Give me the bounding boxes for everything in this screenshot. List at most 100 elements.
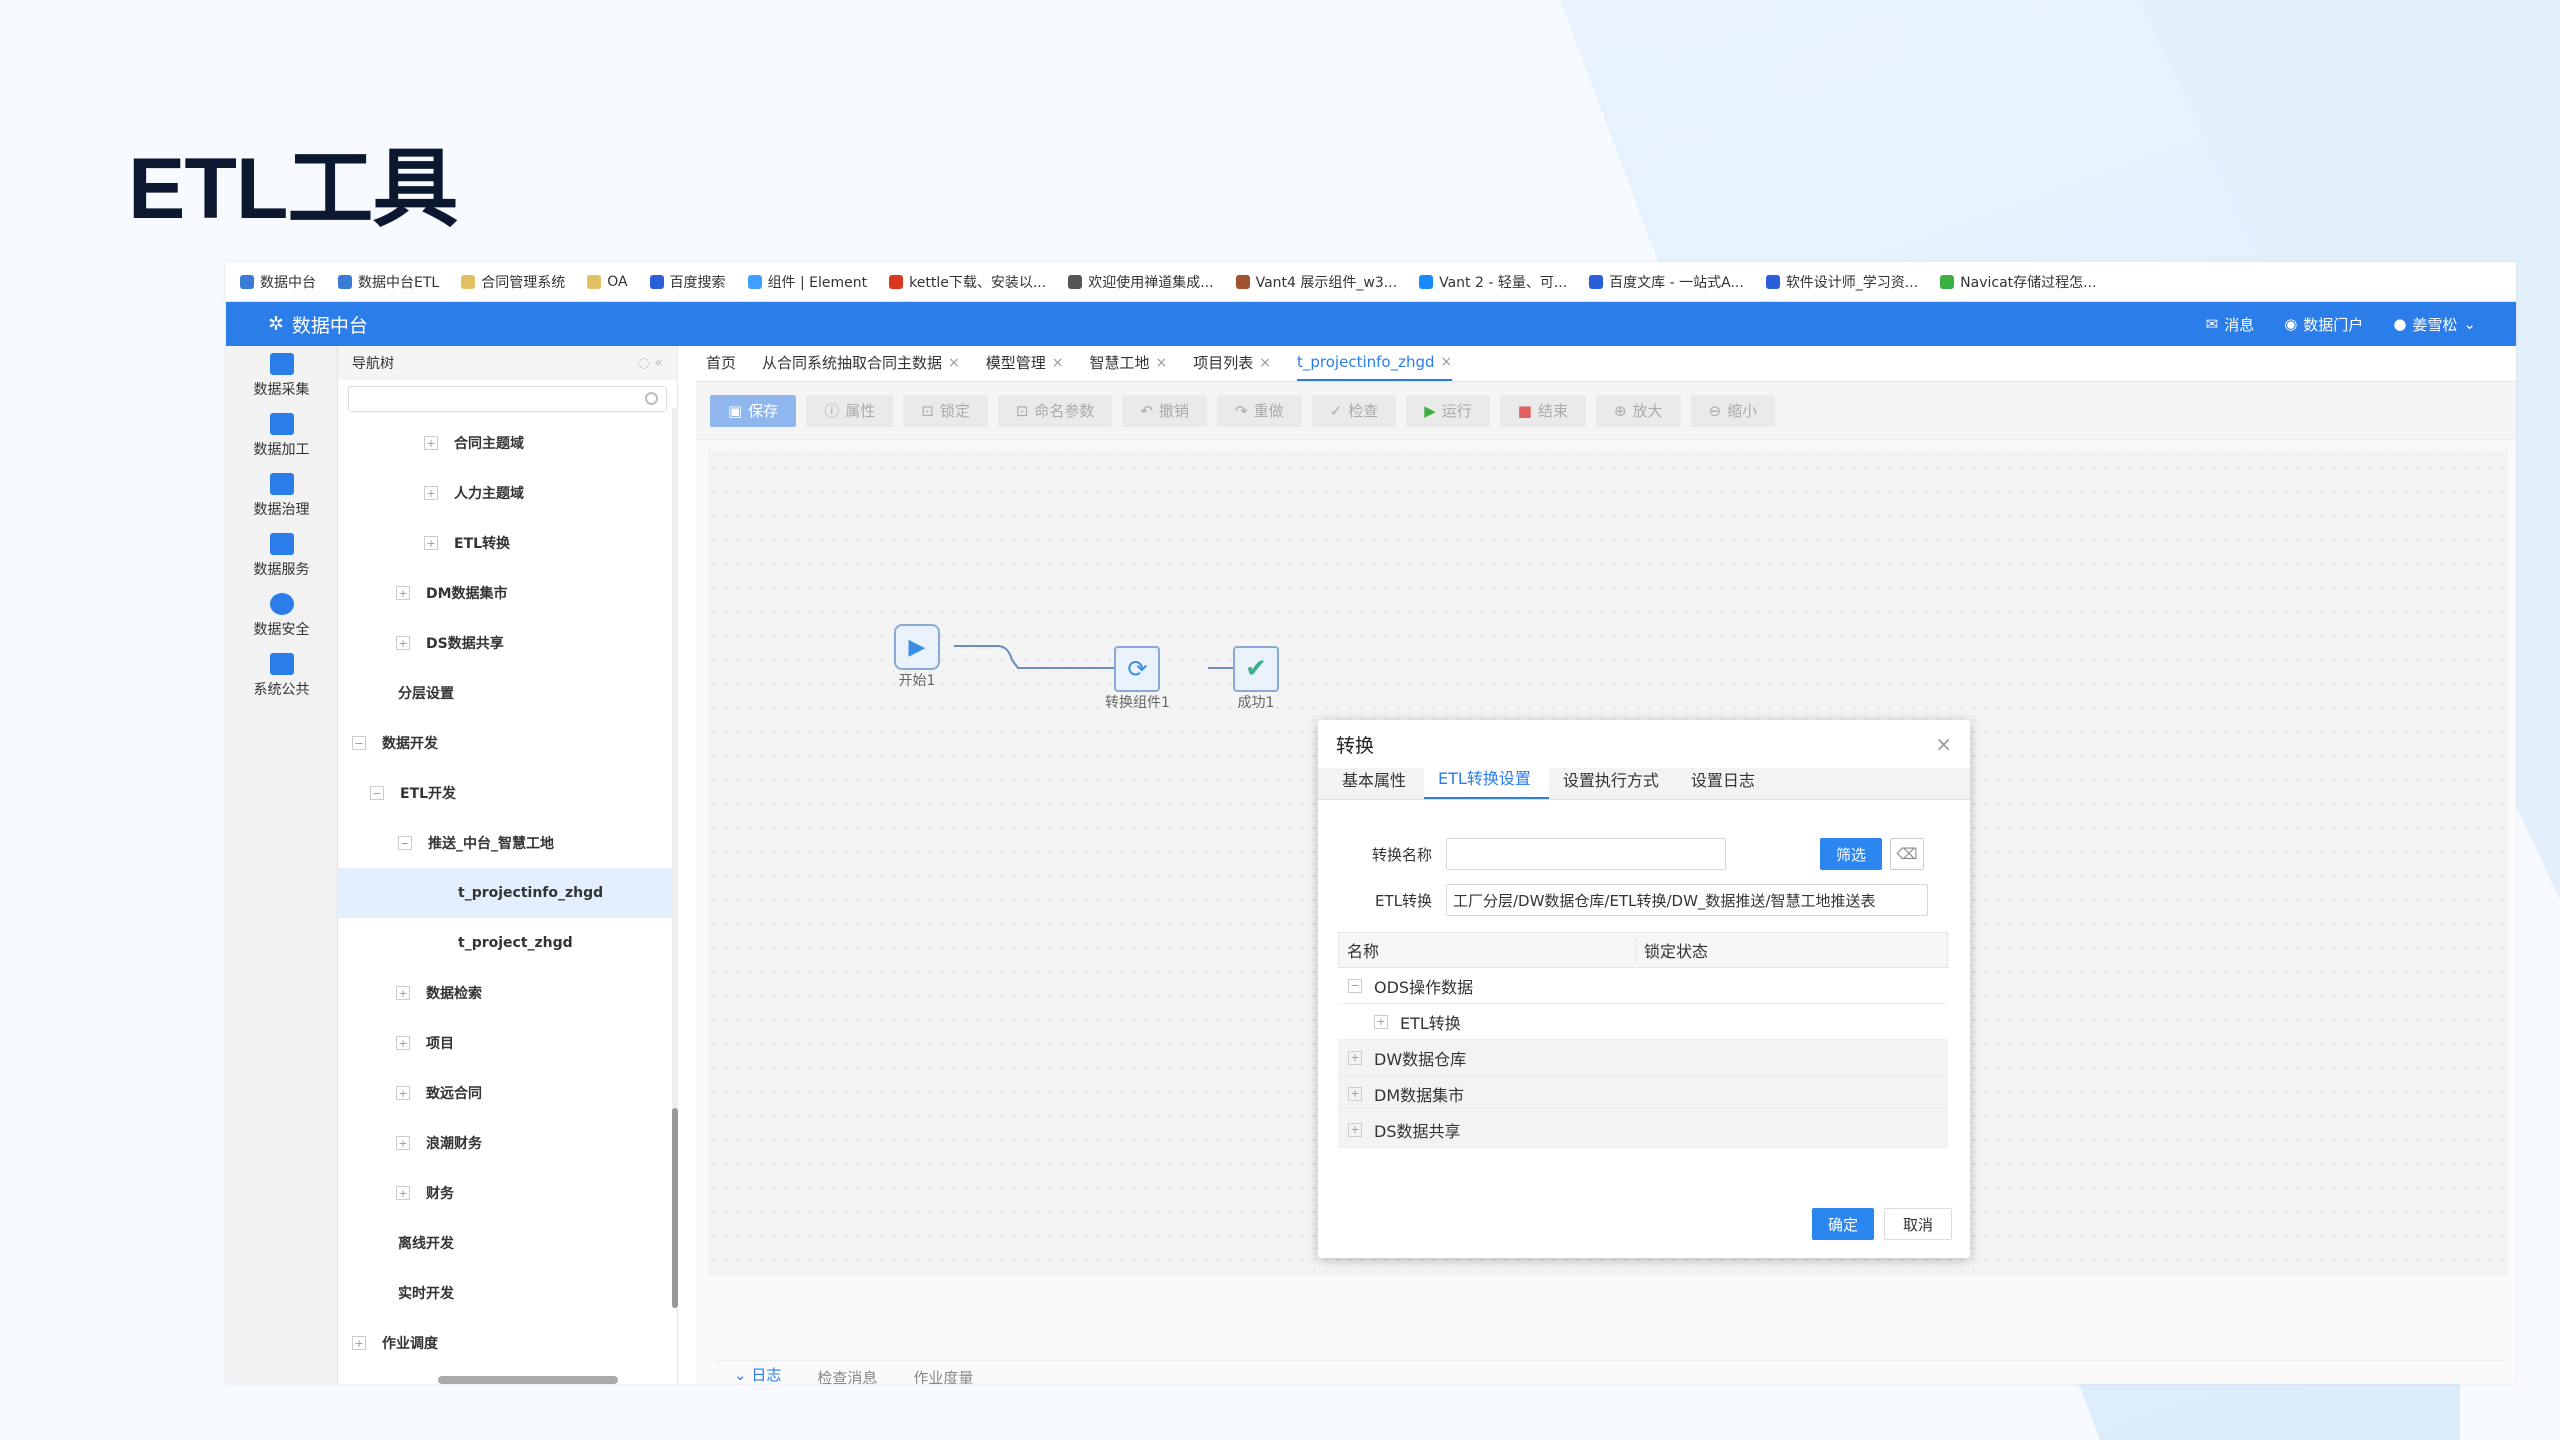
tab-job-metrics[interactable]: 作业度量	[913, 1367, 973, 1384]
bookmark[interactable]: Vant4 展示组件_w3...	[1235, 272, 1397, 292]
portal-button[interactable]: ◉ 数据门户	[2284, 314, 2363, 335]
close-icon[interactable]: ×	[1052, 355, 1064, 371]
tree-node[interactable]: 分层设置	[338, 668, 677, 718]
params-button[interactable]: ⊡ 命名参数	[997, 394, 1113, 427]
collapse-icon[interactable]: ◌ «	[638, 355, 663, 371]
tree-node[interactable]: + 合同主题域	[338, 418, 677, 468]
undo-button[interactable]: ↶ 撤销	[1122, 394, 1208, 427]
tree-node-selected[interactable]: t_projectinfo_zhgd	[338, 868, 677, 918]
table-row[interactable]: + ETL转换	[1338, 1004, 1948, 1040]
bookmark[interactable]: 百度文库 - 一站式A...	[1589, 272, 1744, 292]
bookmark[interactable]: Vant 2 - 轻量、可...	[1419, 272, 1567, 292]
tab-check-messages[interactable]: 检查消息	[817, 1367, 877, 1384]
nav-item-system[interactable]: 系统公共	[226, 646, 337, 706]
tab-project-list[interactable]: 项目列表 ×	[1193, 352, 1271, 381]
table-row[interactable]: − ODS操作数据	[1338, 968, 1948, 1004]
tab-basic[interactable]: 基本属性	[1328, 767, 1424, 799]
bookmark-icon	[1235, 274, 1250, 289]
bookmark[interactable]: 数据中台	[240, 272, 316, 292]
tree-node[interactable]: + 人力主题域	[338, 468, 677, 518]
cancel-button[interactable]: 取消	[1883, 1208, 1952, 1240]
close-icon[interactable]: ×	[1156, 355, 1168, 371]
expand-icon[interactable]: +	[1348, 1122, 1362, 1137]
flow-node-success[interactable]: ✔ 成功1	[1233, 646, 1279, 712]
close-icon[interactable]: ×	[1441, 354, 1453, 370]
bookmark[interactable]: kettle下载、安装以...	[889, 272, 1046, 292]
tree-node[interactable]: − 数据开发	[338, 718, 677, 768]
tab-logging[interactable]: 设置日志	[1677, 767, 1773, 799]
bookmark[interactable]: 百度搜索	[649, 272, 726, 292]
tree-node[interactable]: + DM数据集市	[338, 568, 677, 618]
tab-log[interactable]: ⌄ 日志	[734, 1364, 781, 1384]
tree-node[interactable]: 实时开发	[338, 1268, 677, 1318]
table-row[interactable]: + DM数据集市	[1338, 1076, 1948, 1112]
tab-etl-settings[interactable]: ETL转换设置	[1424, 759, 1549, 799]
bookmark[interactable]: 合同管理系统	[461, 272, 565, 292]
tree-node[interactable]: + 浪潮财务	[338, 1118, 677, 1168]
tree-node[interactable]: 离线开发	[338, 1218, 677, 1268]
collapse-icon[interactable]: −	[1348, 978, 1362, 993]
nav-item-security[interactable]: 数据安全	[226, 586, 337, 646]
tab-execution[interactable]: 设置执行方式	[1549, 767, 1677, 799]
stop-button[interactable]: ■ 结束	[1499, 394, 1586, 427]
tree-node[interactable]: + ETL转换	[338, 518, 677, 568]
etl-path-input[interactable]: 工厂分层/DW数据仓库/ETL转换/DW_数据推送/智慧工地推送表	[1446, 884, 1928, 916]
ok-button[interactable]: 确定	[1811, 1208, 1874, 1240]
expand-icon[interactable]: +	[1348, 1050, 1362, 1065]
zoom-in-button[interactable]: ⊕ 放大	[1595, 394, 1681, 427]
tab-contract-extract[interactable]: 从合同系统抽取合同主数据 ×	[762, 352, 960, 381]
name-input[interactable]	[1446, 838, 1726, 870]
app-brand[interactable]: ✲ 数据中台	[226, 311, 368, 338]
nav-item-collect[interactable]: 数据采集	[226, 346, 337, 406]
bookmark[interactable]: 组件 | Element	[747, 272, 867, 292]
zoom-out-button[interactable]: ⊖ 缩小	[1690, 394, 1776, 427]
close-icon[interactable]: ×	[1259, 355, 1271, 371]
search-icon	[645, 392, 658, 405]
tree-node[interactable]: − ETL开发	[338, 768, 677, 818]
nav-item-service[interactable]: 数据服务	[226, 526, 337, 586]
properties-button[interactable]: ⓘ 属性	[806, 394, 894, 427]
tree-node[interactable]: + DS数据共享	[338, 618, 677, 668]
nav-item-process[interactable]: 数据加工	[226, 406, 337, 466]
tree-node[interactable]: + 作业调度	[338, 1318, 677, 1368]
tree-node[interactable]: + 项目	[338, 1018, 677, 1068]
bookmark[interactable]: 软件设计师_学习资...	[1765, 272, 1918, 292]
bookmark[interactable]: OA	[587, 274, 628, 290]
close-icon[interactable]: ×	[948, 355, 960, 371]
tree-node[interactable]: + 财务	[338, 1168, 677, 1218]
expand-icon[interactable]: +	[1348, 1086, 1362, 1101]
close-icon[interactable]: ×	[1935, 732, 1952, 756]
tree-horizontal-scrollbar[interactable]	[438, 1376, 618, 1384]
tab-projectinfo[interactable]: t_projectinfo_zhgd ×	[1297, 353, 1453, 381]
message-button[interactable]: ✉ 消息	[2206, 314, 2255, 335]
tab-model[interactable]: 模型管理 ×	[986, 352, 1064, 381]
table-row[interactable]: + DW数据仓库	[1338, 1040, 1948, 1076]
filter-button[interactable]: 筛选	[1820, 838, 1883, 870]
save-button[interactable]: ▣ 保存	[710, 394, 797, 427]
tree-scrollbar[interactable]	[672, 408, 678, 1308]
expand-icon[interactable]: +	[1374, 1014, 1388, 1029]
flow-node-transform[interactable]: ⟳ 转换组件1	[1105, 646, 1170, 712]
tree-node[interactable]: t_project_zhgd	[338, 918, 677, 968]
tree-node[interactable]: + 致远合同	[338, 1068, 677, 1118]
bookmark[interactable]: 数据中台ETL	[338, 272, 439, 292]
nav-item-governance[interactable]: 数据治理	[226, 466, 337, 526]
eraser-icon[interactable]: ⌫	[1890, 838, 1925, 870]
bookmark[interactable]: 欢迎使用禅道集成...	[1068, 272, 1214, 292]
bookmark-icon	[889, 274, 904, 289]
tree-node[interactable]: + 数据检索	[338, 968, 677, 1018]
table-row[interactable]: + DS数据共享	[1338, 1112, 1948, 1148]
run-button[interactable]: ▶ 运行	[1406, 394, 1490, 427]
tab-smart-site[interactable]: 智慧工地 ×	[1090, 352, 1168, 381]
tree-search-input[interactable]	[348, 386, 667, 412]
bookmark[interactable]: Navicat存储过程怎...	[1940, 272, 2097, 292]
tab-home[interactable]: 首页	[706, 352, 736, 381]
lock-button[interactable]: ⊡ 锁定	[903, 394, 988, 427]
play-icon: ▶	[894, 624, 940, 670]
redo-button[interactable]: ↷ 重做	[1217, 394, 1302, 427]
check-button[interactable]: ✓ 检查	[1311, 394, 1397, 427]
user-menu[interactable]: ● 姜雪松 ⌄	[2393, 314, 2476, 335]
flow-node-start[interactable]: ▶ 开始1	[894, 624, 940, 690]
tree-node[interactable]: − 推送_中台_智慧工地	[338, 818, 677, 868]
dialog-tabs: 基本属性 ETL转换设置 设置执行方式 设置日志	[1318, 759, 1970, 800]
